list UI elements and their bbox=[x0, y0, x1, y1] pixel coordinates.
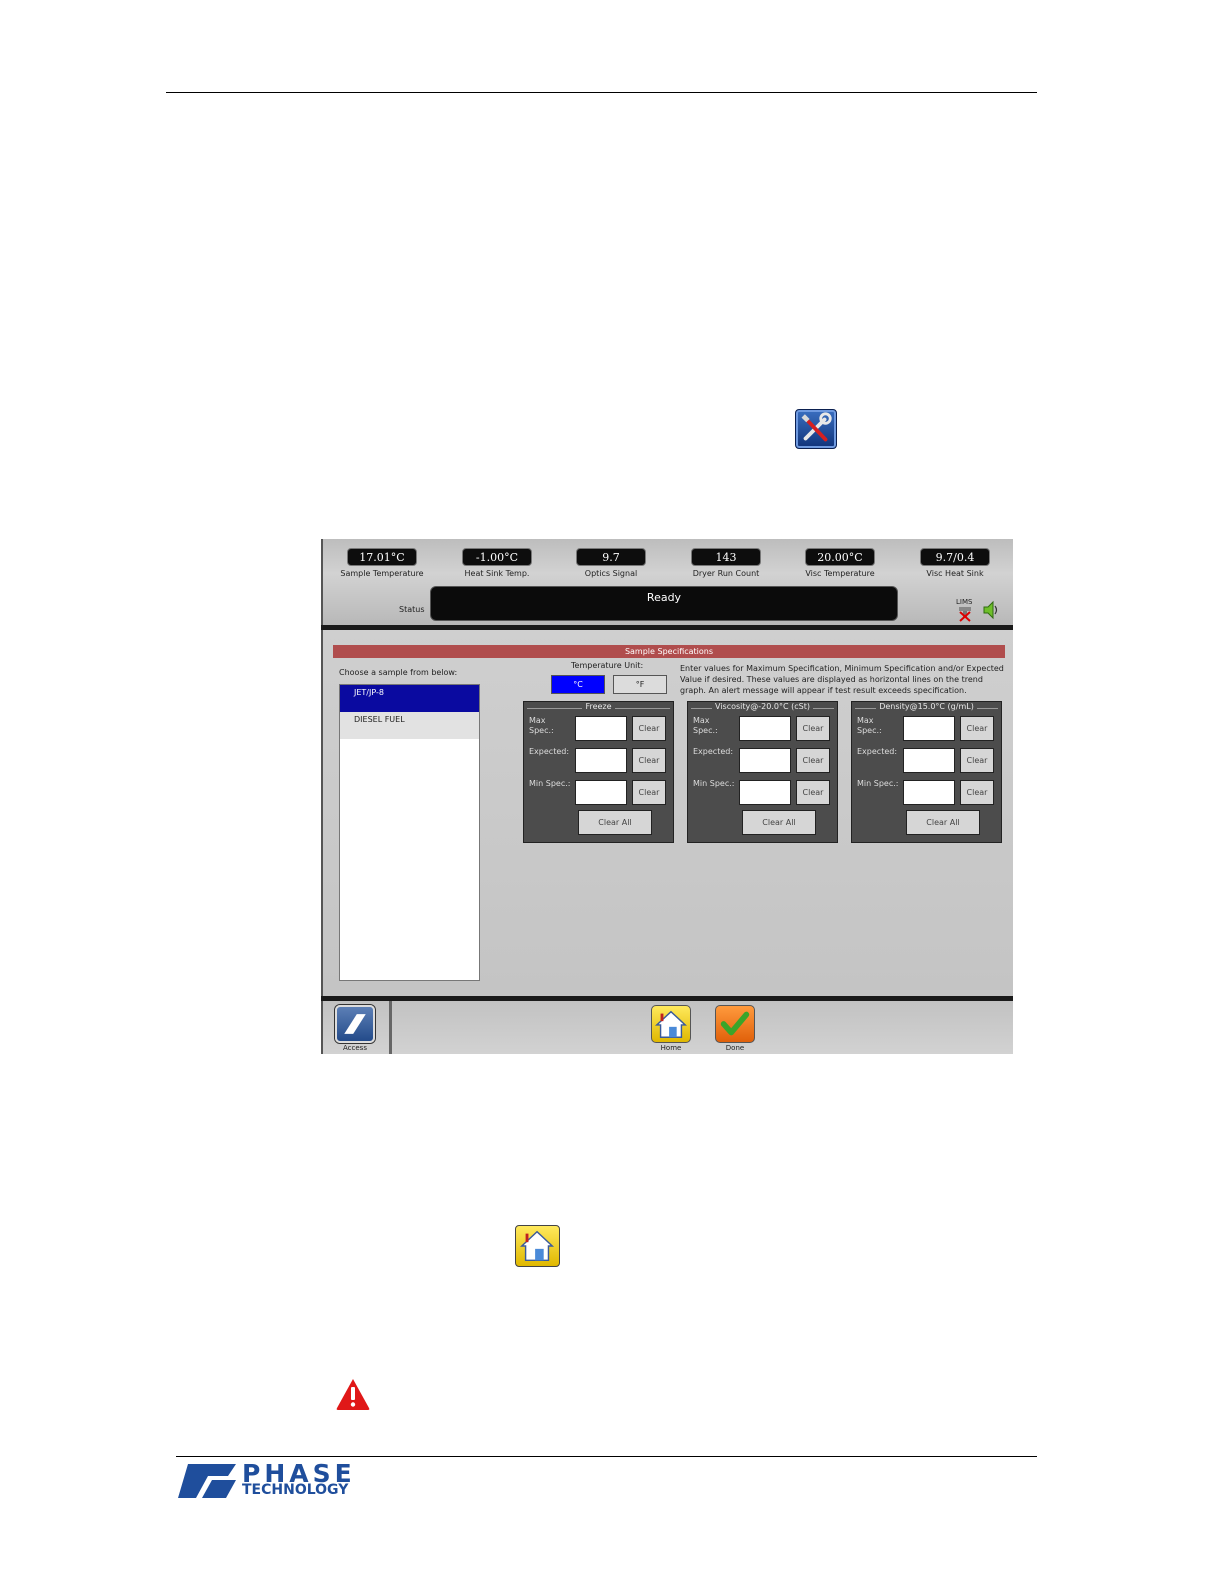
viscosity-spec-group: Viscosity@-20.0°C (cSt) Max Spec.: Clear … bbox=[687, 701, 838, 843]
sample-list[interactable]: JET/JP-8 DIESEL FUEL bbox=[339, 684, 480, 981]
warning-icon bbox=[335, 1377, 371, 1411]
max-spec-input[interactable] bbox=[903, 716, 955, 741]
expected-label: Expected: bbox=[693, 747, 734, 756]
reading-visc-heat-sink: 9.7/0.4 Visc Heat Sink bbox=[900, 546, 1010, 578]
reading-sample-temperature: 17.01°C Sample Temperature bbox=[327, 546, 437, 578]
done-button[interactable] bbox=[715, 1005, 755, 1043]
logo-technology-text: TECHNOLOGY bbox=[242, 1482, 349, 1498]
max-spec-label: Max Spec.: bbox=[529, 716, 554, 735]
status-bar: 17.01°C Sample Temperature -1.00°C Heat … bbox=[321, 539, 1013, 625]
done-label: Done bbox=[725, 1044, 745, 1052]
group-title: Viscosity@-20.0°C (cSt) bbox=[688, 702, 837, 711]
speaker-icon[interactable] bbox=[981, 600, 1001, 620]
choose-sample-label: Choose a sample from below: bbox=[339, 668, 458, 677]
clear-min-button[interactable]: Clear bbox=[796, 780, 830, 805]
access-button[interactable] bbox=[335, 1005, 375, 1043]
max-spec-input[interactable] bbox=[575, 716, 627, 741]
clear-max-button[interactable]: Clear bbox=[960, 716, 994, 741]
min-spec-input[interactable] bbox=[739, 780, 791, 805]
min-spec-label: Min Spec.: bbox=[857, 779, 899, 788]
clear-all-button[interactable]: Clear All bbox=[906, 810, 980, 835]
clear-min-button[interactable]: Clear bbox=[960, 780, 994, 805]
density-spec-group: Density@15.0°C (g/mL) Max Spec.: Clear Ex… bbox=[851, 701, 1002, 843]
status-display: Ready bbox=[430, 586, 898, 621]
freeze-spec-group: Freeze Max Spec.: Clear Expected: Clear M… bbox=[523, 701, 674, 843]
clear-expected-button[interactable]: Clear bbox=[632, 748, 666, 773]
lims-icon[interactable]: LIMS bbox=[953, 598, 979, 622]
min-spec-input[interactable] bbox=[903, 780, 955, 805]
checkmark-icon bbox=[720, 1011, 750, 1036]
min-spec-label: Min Spec.: bbox=[529, 779, 571, 788]
group-title: Density@15.0°C (g/mL) bbox=[852, 702, 1001, 711]
clear-all-button[interactable]: Clear All bbox=[578, 810, 652, 835]
home-button[interactable] bbox=[651, 1005, 691, 1043]
celsius-button[interactable]: °C bbox=[551, 675, 605, 694]
toolbar-divider bbox=[389, 1001, 392, 1054]
phase-technology-logo: PHASE TECHNOLOGY bbox=[178, 1459, 358, 1502]
min-spec-input[interactable] bbox=[575, 780, 627, 805]
phase-logo-icon bbox=[178, 1464, 236, 1498]
sample-specs-panel: Sample Specifications Choose a sample fr… bbox=[321, 630, 1013, 996]
footer-rule bbox=[176, 1456, 1037, 1457]
reading-heat-sink-temp: -1.00°C Heat Sink Temp. bbox=[442, 546, 552, 578]
tools-icon bbox=[795, 409, 837, 449]
sample-specs-title: Sample Specifications bbox=[333, 645, 1005, 658]
clear-max-button[interactable]: Clear bbox=[632, 716, 666, 741]
clear-all-button[interactable]: Clear All bbox=[742, 810, 816, 835]
sample-specifications-screenshot: 17.01°C Sample Temperature -1.00°C Heat … bbox=[321, 539, 1013, 1054]
home-icon bbox=[515, 1225, 560, 1267]
clear-min-button[interactable]: Clear bbox=[632, 780, 666, 805]
clear-expected-button[interactable]: Clear bbox=[796, 748, 830, 773]
expected-input[interactable] bbox=[739, 748, 791, 773]
expected-label: Expected: bbox=[857, 747, 898, 756]
access-icon bbox=[344, 1014, 366, 1034]
sample-item-diesel-fuel[interactable]: DIESEL FUEL bbox=[340, 712, 479, 739]
max-spec-label: Max Spec.: bbox=[693, 716, 718, 735]
expected-label: Expected: bbox=[529, 747, 570, 756]
reading-optics-signal: 9.7 Optics Signal bbox=[556, 546, 666, 578]
group-title: Freeze bbox=[524, 702, 673, 711]
home-icon bbox=[654, 1010, 688, 1038]
temperature-unit-label: Temperature Unit: bbox=[571, 661, 644, 670]
fahrenheit-button[interactable]: °F bbox=[613, 675, 667, 694]
max-spec-input[interactable] bbox=[739, 716, 791, 741]
reading-visc-temperature: 20.00°C Visc Temperature bbox=[785, 546, 895, 578]
min-spec-label: Min Spec.: bbox=[693, 779, 735, 788]
sample-item-jet-jp8[interactable]: JET/JP-8 bbox=[340, 685, 479, 712]
bottom-toolbar: Access Home Done bbox=[321, 1001, 1013, 1054]
home-label: Home bbox=[660, 1044, 682, 1052]
clear-expected-button[interactable]: Clear bbox=[960, 748, 994, 773]
max-spec-label: Max Spec.: bbox=[857, 716, 882, 735]
reading-dryer-run-count: 143 Dryer Run Count bbox=[671, 546, 781, 578]
expected-input[interactable] bbox=[903, 748, 955, 773]
clear-max-button[interactable]: Clear bbox=[796, 716, 830, 741]
expected-input[interactable] bbox=[575, 748, 627, 773]
access-label: Access bbox=[343, 1044, 367, 1052]
status-label: Status bbox=[399, 605, 425, 614]
spec-help-text: Enter values for Maximum Specification, … bbox=[680, 664, 1004, 695]
header-rule bbox=[166, 92, 1037, 93]
